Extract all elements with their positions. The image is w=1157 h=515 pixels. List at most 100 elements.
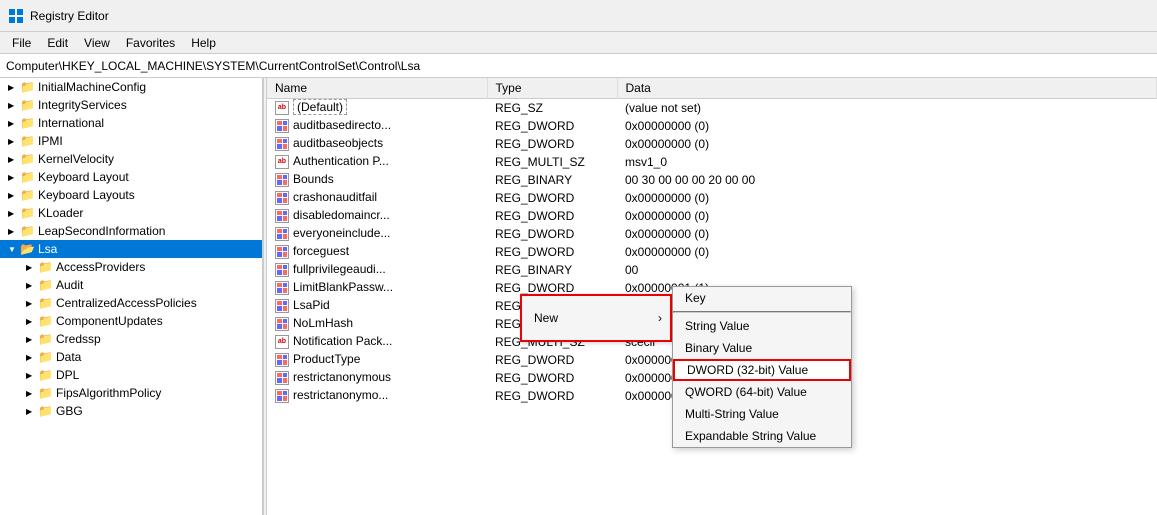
reg-name: Notification Pack... [293, 334, 392, 348]
reg-icon-dword [275, 245, 289, 259]
menu-help[interactable]: Help [183, 34, 224, 52]
submenu-item[interactable]: QWORD (64-bit) Value [673, 381, 851, 403]
folder-icon: 📁 [38, 278, 52, 292]
submenu-item[interactable]: Key [673, 287, 851, 309]
tree-item[interactable]: ▶📁InitialMachineConfig [0, 78, 262, 96]
cell-data: 0x00000000 (0) [617, 207, 1157, 225]
menu-edit[interactable]: Edit [39, 34, 76, 52]
tree-item[interactable]: ▶📁ComponentUpdates [0, 312, 262, 330]
tree-item[interactable]: ▼📂Lsa [0, 240, 262, 258]
new-button-label: New [534, 311, 558, 325]
cell-type: REG_DWORD [487, 351, 617, 369]
reg-icon-dword [275, 263, 289, 277]
tree-item[interactable]: ▶📁CentralizedAccessPolicies [0, 294, 262, 312]
table-row[interactable]: auditbasedirecto... REG_DWORD 0x00000000… [267, 117, 1157, 135]
reg-name: restrictanonymo... [293, 388, 388, 402]
cell-name: ProductType [267, 351, 487, 369]
cell-name: Bounds [267, 171, 487, 189]
cell-type: REG_DWORD [487, 189, 617, 207]
tree-item[interactable]: ▶📁Keyboard Layouts [0, 186, 262, 204]
menu-favorites[interactable]: Favorites [118, 34, 183, 52]
tree-item[interactable]: ▶📁GBG [0, 402, 262, 420]
table-row[interactable]: everyoneinclude... REG_DWORD 0x00000000 … [267, 225, 1157, 243]
tree-item-label: Data [56, 350, 81, 364]
cell-data: (value not set) [617, 99, 1157, 117]
expand-arrow: ▶ [26, 353, 36, 362]
reg-name: everyoneinclude... [293, 226, 390, 240]
submenu-item[interactable]: DWORD (32-bit) Value [673, 359, 851, 381]
table-row[interactable]: Bounds REG_BINARY 00 30 00 00 00 20 00 0… [267, 171, 1157, 189]
tree-item-label: Credssp [56, 332, 101, 346]
table-row[interactable]: crashonauditfail REG_DWORD 0x00000000 (0… [267, 189, 1157, 207]
submenu-item[interactable]: Multi-String Value [673, 403, 851, 425]
tree-item[interactable]: ▶📁 Credssp [0, 330, 262, 348]
table-row[interactable]: abAuthentication P... REG_MULTI_SZ msv1_… [267, 153, 1157, 171]
cell-name: restrictanonymous [267, 369, 487, 387]
app-title: Registry Editor [30, 9, 109, 23]
tree-item[interactable]: ▶📁FipsAlgorithmPolicy [0, 384, 262, 402]
folder-icon: 📁 [20, 80, 34, 94]
cell-name: LimitBlankPassw... [267, 279, 487, 297]
submenu-item[interactable]: String Value [673, 315, 851, 337]
tree-item[interactable]: ▶📁LeapSecondInformation [0, 222, 262, 240]
reg-name: LimitBlankPassw... [293, 280, 393, 294]
tree-item[interactable]: ▶📁 DPL [0, 366, 262, 384]
reg-icon-dword [275, 353, 289, 367]
folder-icon: 📁 [20, 206, 34, 220]
tree-item[interactable]: ▶📁KernelVelocity [0, 150, 262, 168]
tree-item-label: DPL [56, 368, 79, 382]
cell-name: forceguest [267, 243, 487, 261]
expand-arrow: ▶ [26, 371, 36, 380]
tree-panel[interactable]: ▶📁InitialMachineConfig▶📁IntegrityService… [0, 78, 263, 515]
cell-data: 0x00000000 (0) [617, 135, 1157, 153]
folder-icon: 📁 [38, 404, 52, 418]
folder-icon: 📁 [20, 98, 34, 112]
folder-icon: 📁 [38, 368, 52, 382]
reg-name: fullprivilegeaudi... [293, 262, 386, 276]
table-row[interactable]: auditbaseobjects REG_DWORD 0x00000000 (0… [267, 135, 1157, 153]
cell-data: msv1_0 [617, 153, 1157, 171]
tree-item-label: IPMI [38, 134, 63, 148]
expand-arrow: ▶ [26, 299, 36, 308]
tree-item[interactable]: ▶📁International [0, 114, 262, 132]
reg-name: auditbasedirecto... [293, 118, 391, 132]
submenu-item[interactable]: Binary Value [673, 337, 851, 359]
tree-item[interactable]: ▶📁IPMI [0, 132, 262, 150]
submenu-item[interactable]: Expandable String Value [673, 425, 851, 447]
cell-name: everyoneinclude... [267, 225, 487, 243]
expand-arrow: ▶ [26, 335, 36, 344]
cell-name: NoLmHash [267, 315, 487, 333]
folder-icon: 📁 [38, 332, 52, 346]
tree-item[interactable]: ▶📁Audit [0, 276, 262, 294]
tree-item[interactable]: ▶📁AccessProviders [0, 258, 262, 276]
cell-type: REG_DWORD [487, 243, 617, 261]
cell-data: 00 [617, 261, 1157, 279]
tree-item[interactable]: ▶📁Data [0, 348, 262, 366]
expand-arrow: ▶ [8, 191, 18, 200]
cell-name: abNotification Pack... [267, 333, 487, 351]
tree-item-label: IntegrityServices [38, 98, 127, 112]
new-submenu: Key String ValueBinary ValueDWORD (32-bit… [672, 286, 852, 448]
reg-name: disabledomaincr... [293, 208, 390, 222]
cell-type: REG_SZ [487, 99, 617, 117]
expand-arrow: ▶ [26, 317, 36, 326]
menu-view[interactable]: View [76, 34, 118, 52]
table-row[interactable]: forceguest REG_DWORD 0x00000000 (0) [267, 243, 1157, 261]
table-row[interactable]: ab(Default) REG_SZ (value not set) [267, 99, 1157, 117]
address-path: Computer\HKEY_LOCAL_MACHINE\SYSTEM\Curre… [6, 59, 420, 73]
table-row[interactable]: fullprivilegeaudi... REG_BINARY 00 [267, 261, 1157, 279]
menu-file[interactable]: File [4, 34, 39, 52]
cell-data: 0x00000000 (0) [617, 117, 1157, 135]
tree-item-label: AccessProviders [56, 260, 145, 274]
tree-item[interactable]: ▶📁IntegrityServices [0, 96, 262, 114]
submenu-arrow: › [658, 311, 662, 325]
cell-data: 0x00000000 (0) [617, 225, 1157, 243]
new-button[interactable]: New › [520, 294, 672, 342]
tree-item-label: International [38, 116, 104, 130]
address-bar: Computer\HKEY_LOCAL_MACHINE\SYSTEM\Curre… [0, 54, 1157, 78]
tree-item[interactable]: ▶📁KLoader [0, 204, 262, 222]
col-data: Data [617, 78, 1157, 99]
tree-item[interactable]: ▶📁Keyboard Layout [0, 168, 262, 186]
table-row[interactable]: disabledomaincr... REG_DWORD 0x00000000 … [267, 207, 1157, 225]
menu-bar: File Edit View Favorites Help [0, 32, 1157, 54]
